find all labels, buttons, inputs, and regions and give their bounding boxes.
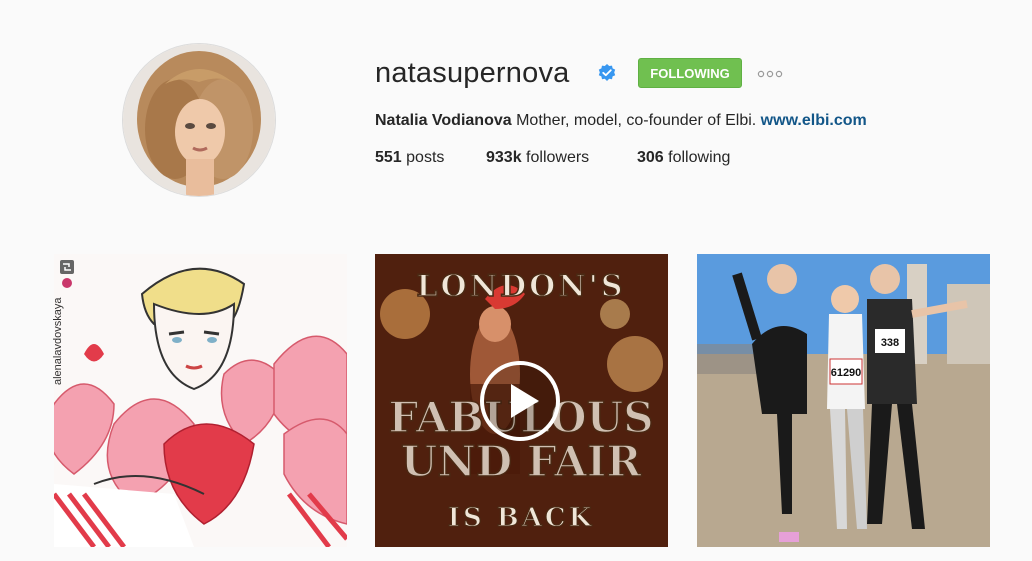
more-options-icon[interactable] [757, 70, 783, 78]
profile-bio: Natalia Vodianova Mother, model, co-foun… [375, 111, 867, 131]
repost-username: alenalavdovskaya [52, 297, 64, 385]
video-title-line4: IS BACK [448, 503, 594, 533]
post-thumbnail-illustration[interactable] [54, 254, 347, 547]
profile-full-name: Natalia Vodianova [375, 112, 512, 129]
following-count-number: 306 [637, 149, 664, 166]
followers-count[interactable]: 933k followers [486, 148, 589, 168]
posts-count-number: 551 [375, 149, 402, 166]
followers-count-number: 933k [486, 149, 522, 166]
following-count[interactable]: 306 following [637, 148, 730, 168]
posts-count: 551 posts [375, 148, 444, 168]
post-thumbnail-video[interactable]: LONDON'S FABULOUS UND FAIR IS BACK [375, 254, 668, 547]
play-icon[interactable] [479, 360, 561, 442]
profile-username: natasupernova [375, 57, 570, 89]
profile-website-link[interactable]: www.elbi.com [761, 112, 867, 129]
bib-number-2: 338 [881, 337, 899, 349]
post-thumbnail-photo[interactable]: 61290 338 [697, 254, 990, 547]
posts-count-label: posts [406, 149, 445, 166]
following-button[interactable]: FOLLOWING [638, 58, 742, 88]
following-count-label: following [668, 149, 731, 166]
profile-avatar [123, 44, 275, 196]
verified-badge-icon [598, 64, 616, 81]
bib-number-1: 61290 [831, 367, 862, 379]
video-title-line1: LONDON'S [416, 269, 625, 304]
profile-bio-text: Mother, model, co-founder of Elbi. [516, 112, 757, 129]
followers-count-label: followers [526, 149, 590, 166]
video-title-line3: UND FAIR [401, 437, 643, 486]
